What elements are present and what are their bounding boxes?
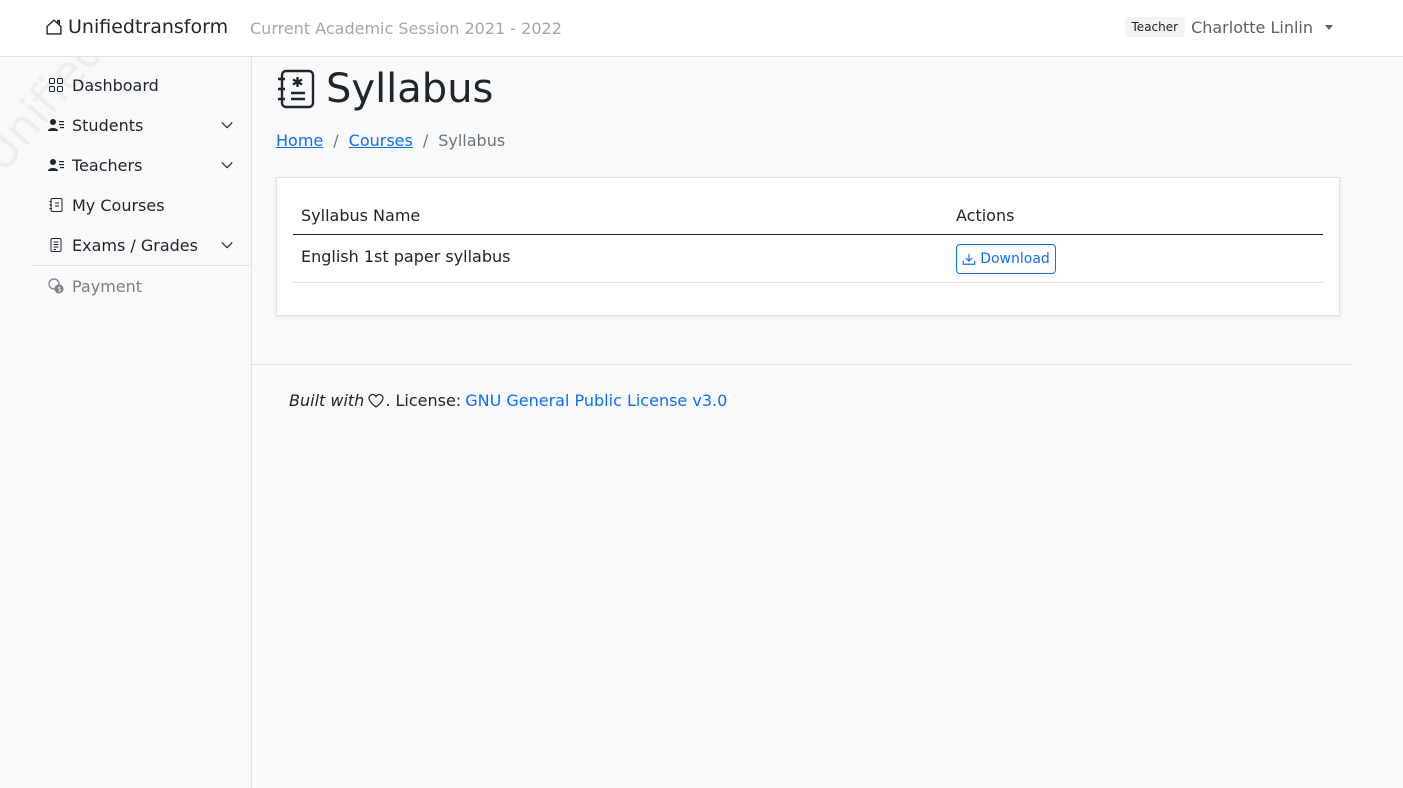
download-icon: [962, 253, 976, 265]
column-header-actions: Actions: [956, 206, 1015, 225]
brand-link[interactable]: Unifiedtransform: [44, 16, 228, 38]
chevron-down-icon[interactable]: [220, 118, 234, 132]
breadcrumb-courses-link[interactable]: Courses: [349, 131, 413, 150]
syllabus-name-cell: English 1st paper syllabus: [301, 247, 511, 266]
sidebar-item-label: Teachers: [72, 155, 143, 175]
license-link[interactable]: GNU General Public License v3.0: [465, 391, 727, 410]
breadcrumb-current: Syllabus: [438, 131, 506, 150]
house-icon: [44, 17, 64, 37]
heart-icon: [368, 393, 384, 408]
table-header: Syllabus Name Actions: [293, 194, 1323, 235]
sidebar-item-teachers[interactable]: Teachers: [32, 145, 251, 185]
journal-icon: [48, 197, 64, 213]
sidebar-item-payment[interactable]: $ Payment: [32, 266, 251, 306]
sidebar-item-label: My Courses: [72, 195, 165, 215]
grid-icon: [48, 77, 64, 93]
page-title-text: Syllabus: [326, 66, 494, 112]
user-menu[interactable]: Teacher Charlotte Linlin: [1124, 17, 1333, 37]
syllabus-card: Syllabus Name Actions English 1st paper …: [276, 177, 1340, 316]
built-with-text: Built with: [289, 391, 365, 410]
brand-text: Unifiedtransform: [68, 16, 229, 38]
license-prefix: . License:: [385, 391, 462, 410]
caret-down-icon[interactable]: [1325, 24, 1333, 30]
person-lines-icon: [48, 157, 64, 173]
file-text-icon: [48, 237, 64, 253]
sidebar-item-exams-grades[interactable]: Exams / Grades: [32, 225, 251, 265]
coin-icon: $: [48, 278, 64, 294]
breadcrumb-separator: /: [422, 131, 429, 150]
page-title: Syllabus: [276, 66, 493, 112]
breadcrumb-separator: /: [333, 131, 339, 150]
syllabus-table: Syllabus Name Actions English 1st paper …: [293, 194, 1323, 283]
sidebar-item-dashboard[interactable]: Dashboard: [32, 65, 251, 105]
download-button[interactable]: Download: [956, 244, 1056, 274]
sidebar-item-label: Students: [72, 115, 144, 135]
breadcrumb: Home / Courses / Syllabus: [276, 131, 505, 150]
footer: Built with . License: GNU General Public…: [289, 391, 727, 410]
top-navbar: Unifiedtransform Current Academic Sessio…: [0, 0, 1403, 57]
sidebar-item-label: Dashboard: [72, 75, 159, 95]
sidebar-item-label: Payment: [72, 276, 143, 296]
breadcrumb-home-link[interactable]: Home: [276, 131, 323, 150]
sidebar-item-label: Exams / Grades: [72, 235, 198, 255]
chevron-down-icon[interactable]: [220, 238, 234, 252]
sidebar-item-students[interactable]: Students: [32, 105, 251, 145]
download-button-label: Download: [980, 251, 1050, 267]
journal-medical-icon: [278, 69, 315, 109]
user-name[interactable]: Charlotte Linlin: [1191, 18, 1313, 37]
chevron-down-icon[interactable]: [220, 158, 234, 172]
role-badge: Teacher: [1124, 17, 1186, 37]
person-lines-icon: [48, 117, 64, 133]
column-header-syllabus-name: Syllabus Name: [301, 206, 421, 225]
academic-session-text: Current Academic Session 2021 - 2022: [250, 19, 562, 38]
footer-divider: [252, 364, 1352, 365]
sidebar: Unifiedtransform Dashboard Students Teac…: [0, 57, 252, 788]
sidebar-item-my-courses[interactable]: My Courses: [32, 185, 251, 225]
svg-text:$: $: [57, 286, 61, 294]
table-row: English 1st paper syllabus Download: [293, 235, 1323, 283]
